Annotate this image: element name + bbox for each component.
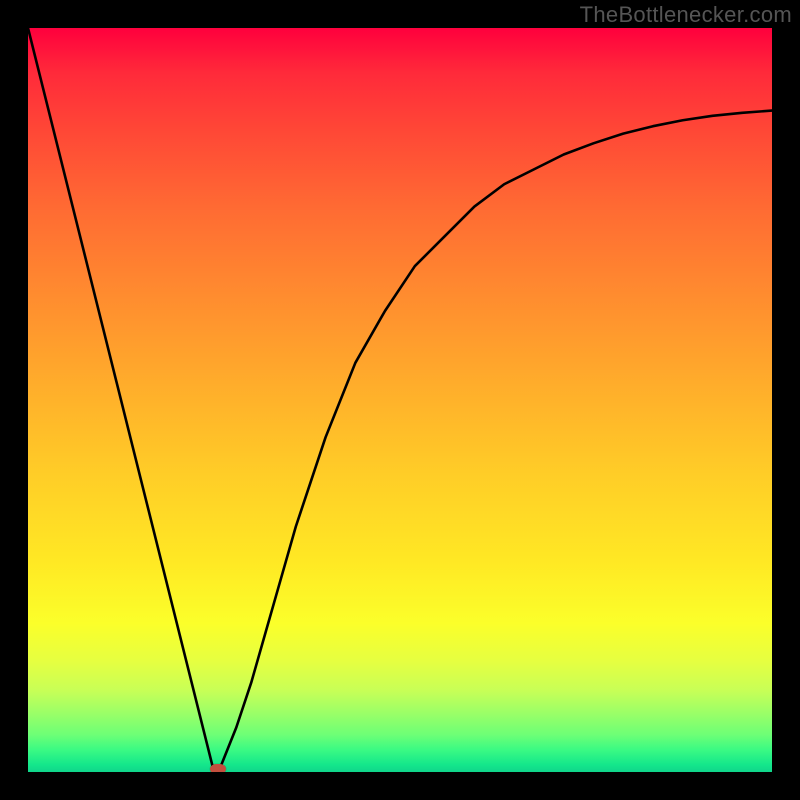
optimal-marker	[210, 764, 226, 772]
bottleneck-curve	[28, 28, 772, 772]
plot-area	[28, 28, 772, 772]
chart-frame: TheBottlenecker.com	[0, 0, 800, 800]
watermark-label: TheBottlenecker.com	[580, 2, 792, 28]
curve-path	[28, 28, 772, 772]
